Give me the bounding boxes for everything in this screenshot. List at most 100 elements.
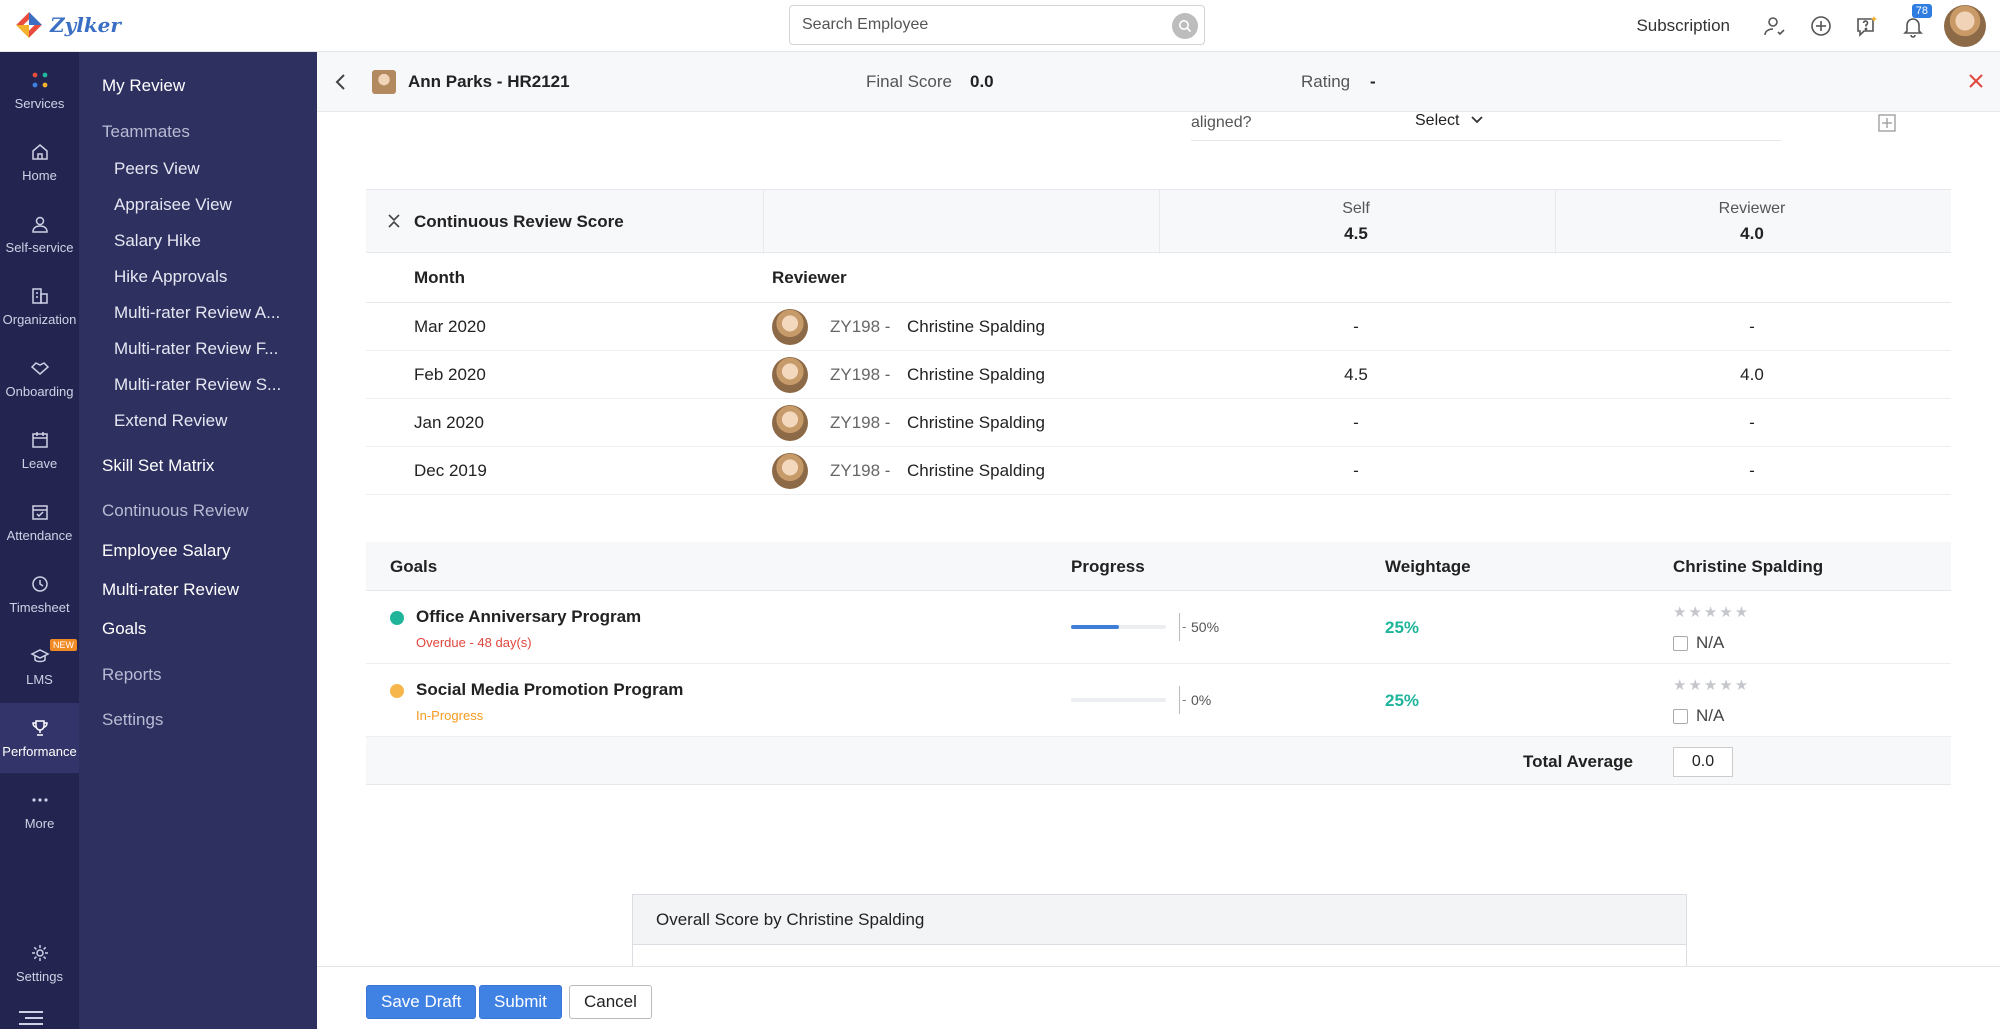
- nav-multi-rater-review-f[interactable]: Multi-rater Review F...: [114, 339, 278, 359]
- nav-multi-rater-review[interactable]: Multi-rater Review: [102, 580, 239, 600]
- rail-attendance[interactable]: Attendance: [0, 487, 79, 557]
- graduation-cap-icon: [29, 648, 50, 662]
- review-header: Ann Parks - HR2121 Final Score 0.0 Ratin…: [317, 52, 2000, 112]
- na-label: N/A: [1696, 706, 1725, 725]
- star-rating[interactable]: ★★★★★: [1673, 603, 1750, 621]
- weightage-value: 25%: [1385, 618, 1420, 637]
- weightage-value: 25%: [1385, 691, 1420, 710]
- submit-button[interactable]: Submit: [479, 985, 562, 1019]
- nav-skill-set-matrix[interactable]: Skill Set Matrix: [102, 456, 214, 476]
- user-avatar[interactable]: [1944, 5, 1986, 47]
- divider: [1179, 686, 1180, 714]
- goal-status: Overdue - 48 day(s): [416, 635, 532, 650]
- aligned-question: aligned?: [1191, 114, 1252, 131]
- help-icon[interactable]: [1844, 0, 1890, 52]
- rail-organization[interactable]: Organization: [0, 271, 79, 341]
- star-rating[interactable]: ★★★★★: [1673, 676, 1750, 694]
- nav-teammates[interactable]: Teammates: [102, 122, 190, 142]
- expand-box-icon[interactable]: [1878, 114, 1896, 137]
- search-icon[interactable]: [1172, 13, 1198, 39]
- rating-value: -: [1370, 72, 1376, 91]
- nav-continuous-review[interactable]: Continuous Review: [102, 501, 248, 521]
- reviewer-id: ZY198 -: [830, 365, 891, 384]
- subscription-link[interactable]: Subscription: [1636, 16, 1730, 36]
- gear-icon: [31, 944, 48, 961]
- aligned-select[interactable]: Select: [1415, 112, 1484, 130]
- top-actions: Subscription 78: [1636, 0, 2000, 52]
- divider: [1159, 190, 1160, 254]
- rail-timesheet[interactable]: Timesheet: [0, 559, 79, 629]
- rail-settings[interactable]: Settings: [0, 928, 79, 998]
- overall-score-title: Overall Score by Christine Spalding: [656, 910, 925, 929]
- rail-self-service[interactable]: Self-service: [0, 199, 79, 269]
- month-column-header: Month: [414, 268, 465, 287]
- nav-reports[interactable]: Reports: [102, 665, 162, 685]
- zylker-logo-icon: [14, 10, 44, 40]
- checkbox[interactable]: [1673, 635, 1688, 651]
- table-row: Dec 2019 ZY198 - Christine Spalding - -: [366, 447, 1951, 495]
- divider: [1555, 190, 1556, 254]
- self-score-cell: 4.5: [1344, 365, 1368, 384]
- goal-status: In-Progress: [416, 708, 484, 723]
- checkbox[interactable]: [1673, 708, 1688, 724]
- rail-lms[interactable]: NEW LMS: [0, 631, 79, 701]
- na-checkbox[interactable]: N/A: [1673, 706, 1724, 726]
- nav-salary-hike[interactable]: Salary Hike: [114, 231, 201, 251]
- search-input[interactable]: [790, 6, 1150, 44]
- reviewer-id: ZY198 -: [830, 413, 891, 432]
- more-dots-icon: [31, 797, 48, 802]
- goal-title[interactable]: Social Media Promotion Program: [416, 680, 683, 700]
- app-logo[interactable]: Zylker: [14, 10, 121, 40]
- nav-settings[interactable]: Settings: [102, 710, 163, 730]
- reviewer-score-cell: 4.0: [1740, 365, 1764, 384]
- nav-hike-approvals[interactable]: Hike Approvals: [114, 267, 227, 287]
- na-checkbox[interactable]: N/A: [1673, 633, 1724, 653]
- nav-appraisee-view[interactable]: Appraisee View: [114, 195, 232, 215]
- top-bar: Zylker Subscription 78: [0, 0, 2000, 52]
- notification-bell-icon[interactable]: 78: [1890, 0, 1936, 52]
- rail-label: Settings: [16, 968, 63, 984]
- nav-extend-review[interactable]: Extend Review: [114, 411, 227, 431]
- nav-peers-view[interactable]: Peers View: [114, 159, 200, 179]
- hamburger-menu-icon[interactable]: [17, 1010, 45, 1031]
- rail-leave[interactable]: Leave: [0, 415, 79, 485]
- nav-my-review[interactable]: My Review: [102, 76, 185, 96]
- save-draft-button[interactable]: Save Draft: [366, 985, 477, 1019]
- reviewer-name: Christine Spalding: [907, 317, 1045, 336]
- rail-services[interactable]: Services: [0, 55, 79, 125]
- rail-label: Performance: [2, 743, 77, 759]
- add-circle-icon[interactable]: [1798, 0, 1844, 52]
- rail-onboarding[interactable]: Onboarding: [0, 343, 79, 413]
- self-score: 4.5: [1344, 224, 1368, 243]
- rater-column-header: Christine Spalding: [1673, 557, 1824, 576]
- month-cell: Jan 2020: [414, 413, 484, 432]
- nav-multi-rater-review-s[interactable]: Multi-rater Review S...: [114, 375, 281, 395]
- goals-table: Goals Progress Weightage Christine Spald…: [366, 542, 1951, 785]
- nav-multi-rater-review-a[interactable]: Multi-rater Review A...: [114, 303, 280, 323]
- reviewer-avatar: [772, 453, 808, 489]
- nav-employee-salary[interactable]: Employee Salary: [102, 541, 231, 561]
- progress-fill: [1071, 625, 1119, 629]
- notification-badge: 78: [1911, 4, 1932, 18]
- services-grid-icon: [32, 72, 47, 87]
- nav-goals[interactable]: Goals: [102, 619, 146, 639]
- home-icon: [31, 143, 48, 160]
- progress-value: 0%: [1191, 692, 1212, 708]
- overall-score-header: Overall Score by Christine Spalding: [633, 895, 1686, 945]
- user-add-icon[interactable]: [1752, 0, 1798, 52]
- reviewer-score-cell: -: [1749, 461, 1755, 480]
- rail-more[interactable]: More: [0, 775, 79, 845]
- back-arrow-icon[interactable]: [333, 72, 349, 97]
- collapse-icon[interactable]: [386, 212, 402, 235]
- rail-label: Services: [14, 95, 65, 111]
- goal-status-dot: [390, 684, 404, 698]
- rail-label: Attendance: [6, 527, 73, 543]
- goal-title[interactable]: Office Anniversary Program: [416, 607, 641, 627]
- reviewer-avatar: [772, 357, 808, 393]
- continuous-review-table: Continuous Review Score Self 4.5 Reviewe…: [366, 189, 1951, 495]
- cancel-button[interactable]: Cancel: [569, 985, 652, 1019]
- rail-home[interactable]: Home: [0, 127, 79, 197]
- close-icon[interactable]: [1967, 72, 1985, 95]
- reviewer-score-cell: -: [1749, 317, 1755, 336]
- rail-performance[interactable]: Performance: [0, 703, 79, 773]
